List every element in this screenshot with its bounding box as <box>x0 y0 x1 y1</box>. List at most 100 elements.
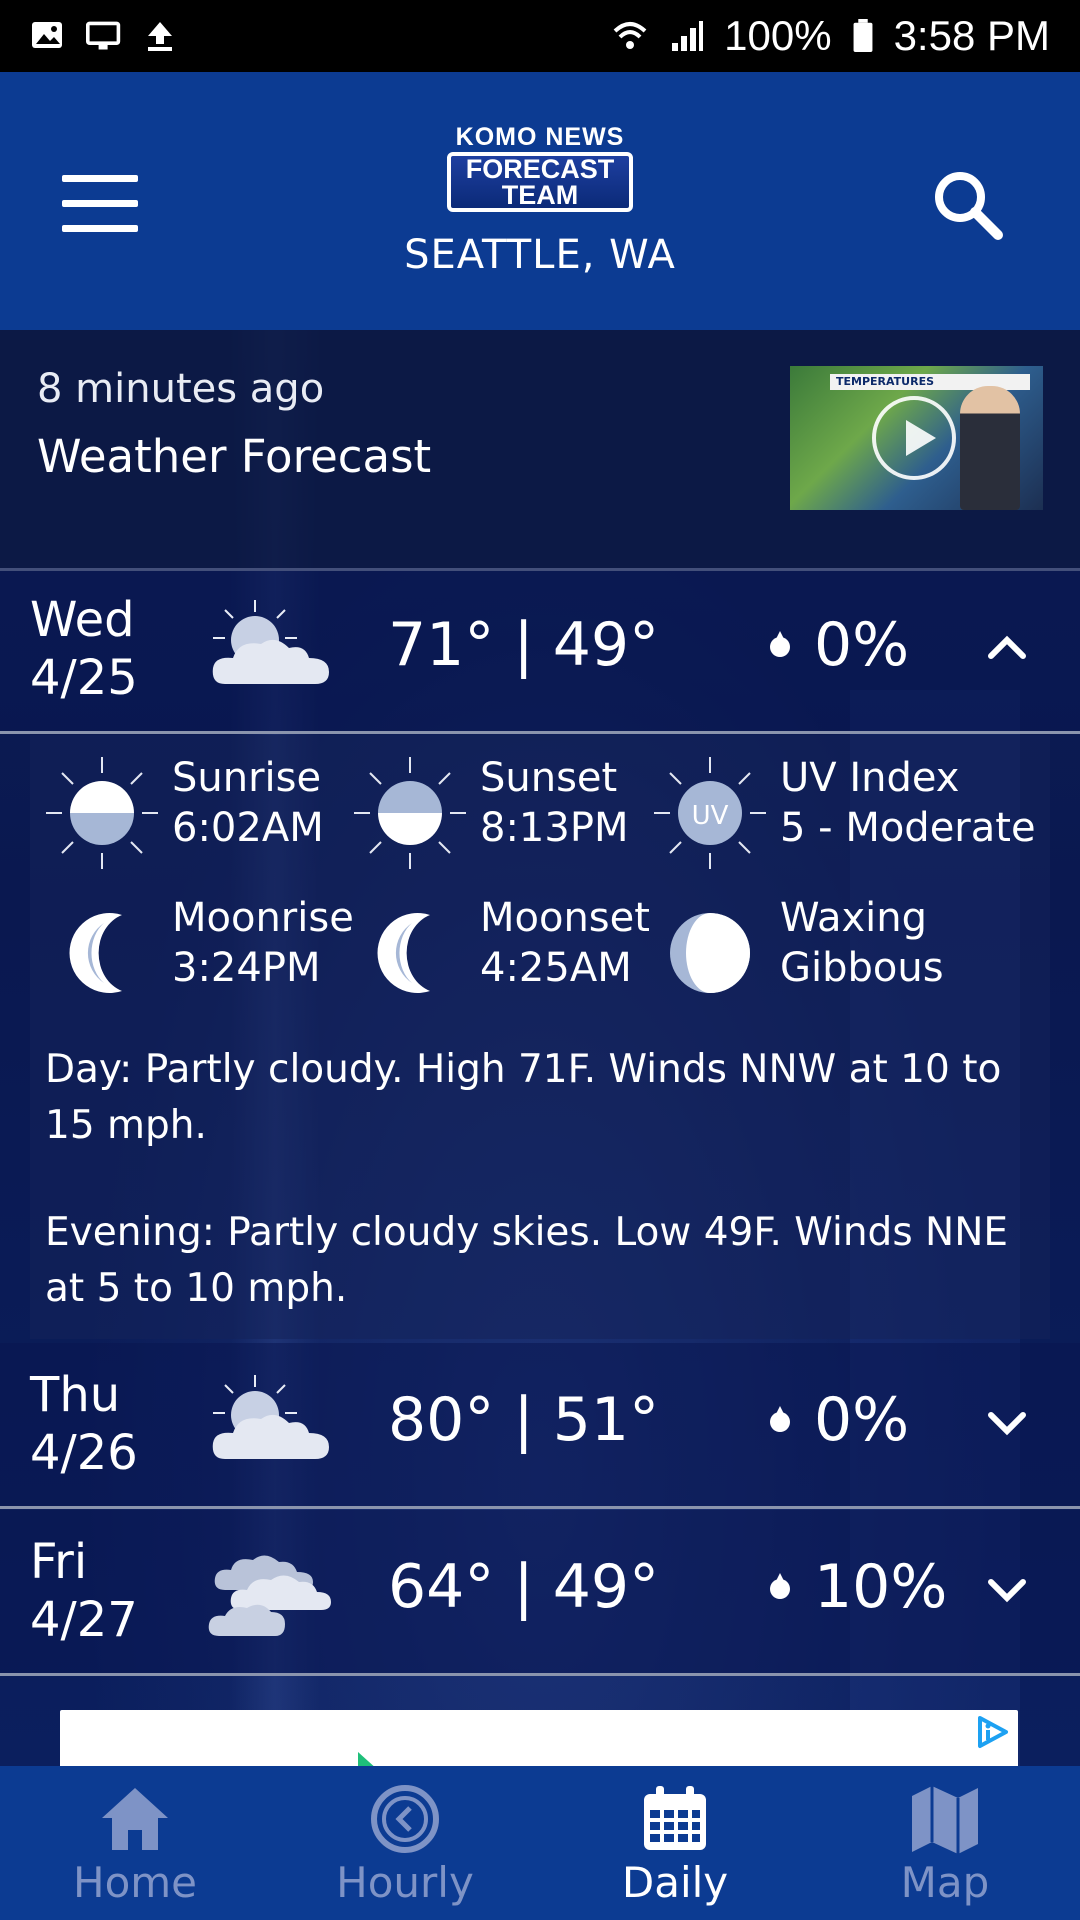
moonset-time: 4:25AM <box>480 945 632 991</box>
day-name: Wed <box>30 592 135 648</box>
temp-separator: | <box>513 1552 534 1622</box>
precipitation: 0% <box>770 610 909 680</box>
thumbnail-presenter <box>960 386 1020 510</box>
sunrise-label: Sunrise <box>172 755 322 801</box>
nav-home-label: Home <box>72 1858 198 1907</box>
logo-forecast: FORECAST <box>465 154 615 184</box>
ad-banner[interactable] <box>60 1710 1018 1766</box>
clock-icon <box>371 1785 439 1853</box>
sunset-icon <box>354 757 466 869</box>
moonset-info: Moonset 4:25AM <box>350 893 650 1013</box>
video-thumbnail[interactable]: TEMPERATURES <box>790 366 1043 510</box>
home-icon <box>102 1788 168 1850</box>
moonset-icon <box>377 913 430 993</box>
temperature-range: 80° | 51° <box>388 1385 659 1455</box>
wifi-icon <box>613 22 647 49</box>
chevron-down-icon[interactable] <box>985 1568 1029 1612</box>
waxing-gibbous-icon <box>670 913 750 993</box>
uv-index-icon: UV <box>654 757 766 869</box>
nav-hourly[interactable]: Hourly <box>270 1766 540 1920</box>
status-bar: 100% 3:58 PM <box>0 0 1080 72</box>
location-label[interactable]: SEATTLE, WA <box>0 232 1080 278</box>
moonrise-time: 3:24PM <box>172 945 321 991</box>
video-title[interactable]: Weather Forecast <box>37 430 431 483</box>
uv-index-info: UV UV Index 5 - Moderate <box>650 753 1036 873</box>
precipitation: 0% <box>770 1385 909 1455</box>
precipitation: 10% <box>770 1552 947 1622</box>
logo-badge: FORECAST TEAM <box>447 152 633 212</box>
day-date: 4/26 <box>30 1425 138 1481</box>
moon-phase-info: Waxing Gibbous <box>650 893 944 1013</box>
moonrise-icon <box>69 913 122 993</box>
raindrop-icon <box>770 631 790 659</box>
hamburger-line <box>62 225 138 232</box>
sunset-label: Sunset <box>480 755 618 801</box>
day-description: Day: Partly cloudy. High 71F. Winds NNW … <box>45 1047 1002 1148</box>
nav-hourly-label: Hourly <box>336 1858 474 1907</box>
low-temp: 51° <box>552 1385 660 1455</box>
day-detail-panel: Sunrise 6:02AM Sunset 8:13PM UV UV Index… <box>30 735 1050 1339</box>
high-temp: 80° <box>388 1385 495 1455</box>
sunrise-icon <box>46 757 158 869</box>
day-row-fri[interactable]: Fri 4/27 64° | 49° 10% <box>0 1510 1080 1676</box>
cloudy-icon <box>208 1555 331 1636</box>
evening-description: Evening: Partly cloudy skies. Low 49F. W… <box>45 1210 1009 1311</box>
precip-chance: 0% <box>814 610 910 680</box>
signal-icon <box>672 21 704 51</box>
moon-phase-line1: Waxing <box>780 895 928 941</box>
day-date: 4/25 <box>30 650 138 706</box>
hamburger-line <box>62 200 138 207</box>
logo-team: TEAM <box>501 180 579 210</box>
upload-icon <box>148 22 172 51</box>
partly-cloudy-icon <box>212 600 329 684</box>
forecast-team-logo: KOMO NEWS FORECAST TEAM <box>440 124 640 224</box>
sunrise-info: Sunrise 6:02AM <box>42 753 324 873</box>
precip-chance: 0% <box>814 1385 910 1455</box>
battery-percent: 100% <box>724 12 832 59</box>
moonrise-label: Moonrise <box>172 895 354 941</box>
temp-separator: | <box>513 610 534 680</box>
uv-badge: UV <box>692 801 729 831</box>
nav-home[interactable]: Home <box>0 1766 270 1920</box>
raindrop-icon <box>770 1573 790 1601</box>
raindrop-icon <box>770 1406 790 1434</box>
temperature-range: 64° | 49° <box>388 1552 659 1622</box>
nav-daily-label: Daily <box>621 1858 729 1907</box>
precip-chance: 10% <box>814 1552 948 1622</box>
day-name: Fri <box>30 1534 88 1590</box>
nav-daily[interactable]: Daily <box>540 1766 810 1920</box>
hamburger-line <box>62 175 138 182</box>
uv-label: UV Index <box>780 755 960 801</box>
sunrise-time: 6:02AM <box>172 805 324 851</box>
status-bar-right: 100% 3:58 PM <box>612 12 1050 60</box>
ad-play-icon <box>358 1752 374 1766</box>
moonset-label: Moonset <box>480 895 650 941</box>
search-icon[interactable] <box>928 165 1008 245</box>
partly-cloudy-icon <box>212 1375 329 1459</box>
clock-time: 3:58 PM <box>893 12 1050 59</box>
day-row-thu[interactable]: Thu 4/26 80° | 51° 0% <box>0 1343 1080 1509</box>
chevron-up-icon[interactable] <box>985 626 1029 670</box>
day-row-wed[interactable]: Wed 4/25 71° | 49° 0% <box>0 568 1080 734</box>
logo-brand: KOMO NEWS <box>455 123 625 151</box>
day-date: 4/27 <box>30 1592 138 1648</box>
adchoices-icon[interactable] <box>974 1714 1010 1750</box>
nav-map-label: Map <box>900 1858 990 1907</box>
video-card[interactable]: 8 minutes ago Weather Forecast TEMPERATU… <box>0 330 1080 571</box>
moonrise-info: Moonrise 3:24PM <box>42 893 354 1013</box>
gallery-icon <box>32 22 62 48</box>
temp-separator: | <box>513 1385 534 1455</box>
bottom-navigation: Home Hourly Daily Map <box>0 1766 1080 1920</box>
high-temp: 71° <box>388 610 495 680</box>
uv-value: 5 - Moderate <box>780 805 1036 851</box>
nav-map[interactable]: Map <box>810 1766 1080 1920</box>
moon-phase-line2: Gibbous <box>780 945 944 991</box>
chevron-down-icon[interactable] <box>985 1401 1029 1445</box>
day-name: Thu <box>30 1367 121 1423</box>
sunset-time: 8:13PM <box>480 805 629 851</box>
forecast-content[interactable]: 8 minutes ago Weather Forecast TEMPERATU… <box>0 330 1080 1766</box>
menu-button[interactable] <box>62 175 138 235</box>
calendar-icon <box>644 1786 706 1850</box>
play-icon[interactable] <box>872 396 956 480</box>
high-temp: 64° <box>388 1552 495 1622</box>
